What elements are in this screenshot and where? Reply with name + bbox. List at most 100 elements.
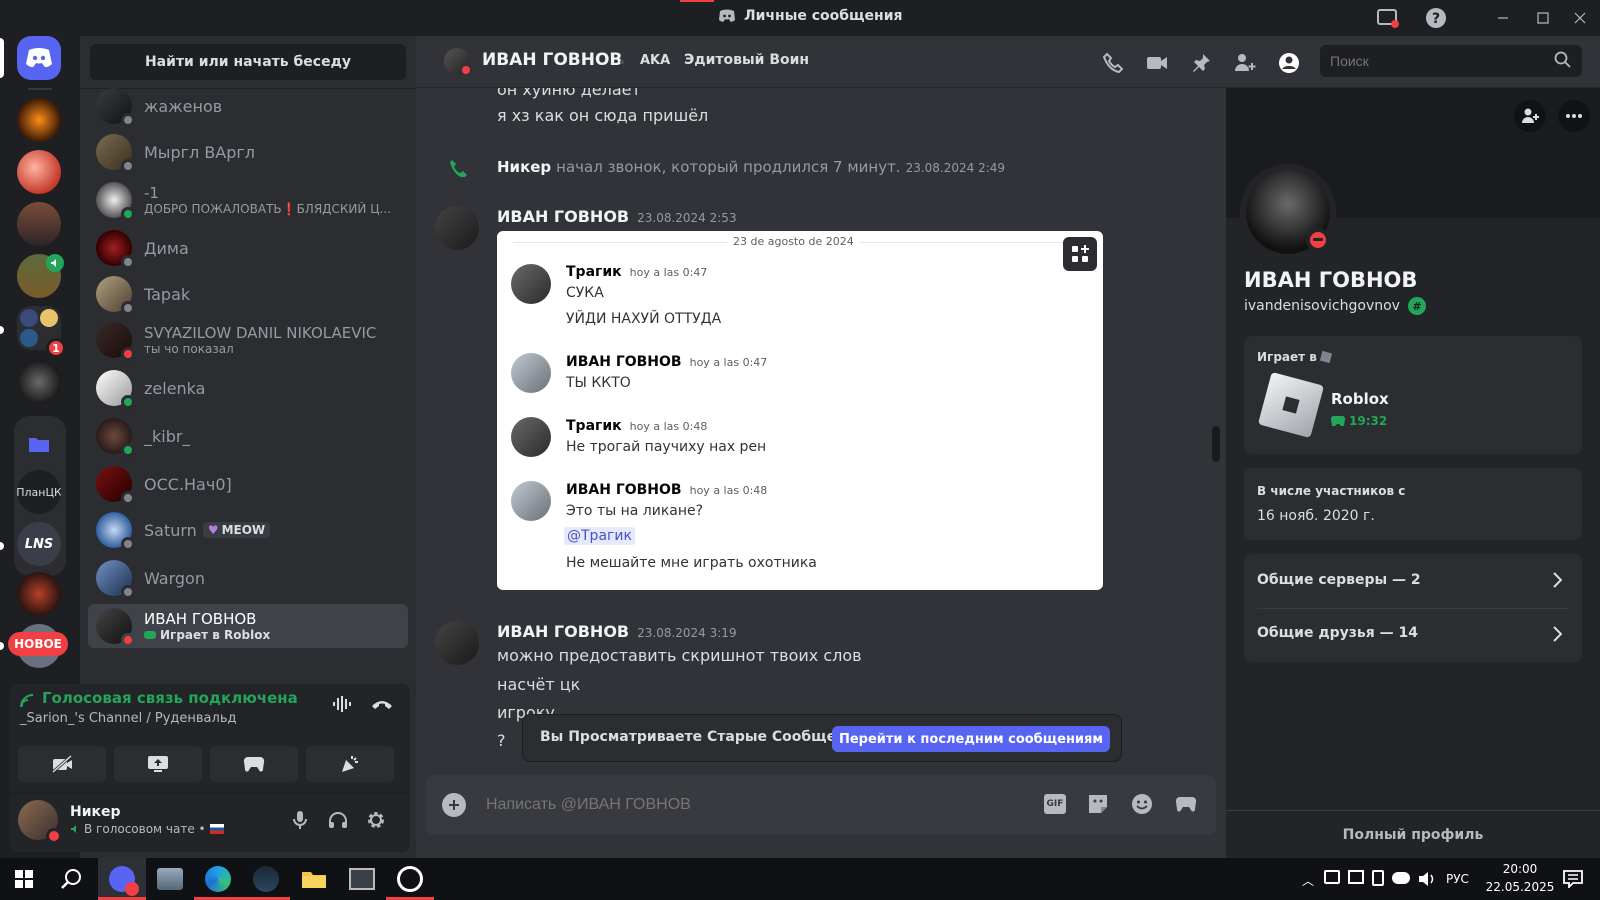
svg-text:?: ? xyxy=(1432,11,1440,27)
tray-volume-icon[interactable] xyxy=(1418,870,1436,888)
mutual-friends-row[interactable]: Общие друзья — 14 xyxy=(1244,608,1582,662)
status-dot xyxy=(121,255,135,269)
divider xyxy=(10,792,410,793)
gif-icon[interactable]: GIF xyxy=(1044,794,1066,814)
status-dot xyxy=(121,301,135,315)
taskbar-explorer-alt-icon[interactable] xyxy=(146,858,194,900)
call-text: начал звонок, который продлился 7 минут. xyxy=(556,158,901,176)
server-icon-lns[interactable]: LNS xyxy=(17,522,61,566)
apps-icon[interactable] xyxy=(1063,237,1097,271)
activities-button[interactable] xyxy=(210,746,298,782)
microphone-icon[interactable] xyxy=(288,808,312,832)
add-friend-icon[interactable] xyxy=(1514,100,1546,132)
voice-channel[interactable]: _Sarion_'s Channel / Руденвальд xyxy=(20,711,236,726)
search-icon[interactable] xyxy=(1554,51,1572,69)
dm-item[interactable]: ИВАН ГОВНОВ Играет в Roblox xyxy=(88,604,408,648)
screenshot-attachment[interactable]: 23 de agosto de 2024 Трагик hoy a las 0:4… xyxy=(497,231,1103,590)
game-small-icon xyxy=(1319,350,1332,364)
dm-avatar xyxy=(96,512,135,551)
dm-item[interactable]: Мыргл ВАргл xyxy=(88,130,408,174)
video-call-icon[interactable] xyxy=(1144,50,1170,76)
server-icon-1[interactable] xyxy=(17,98,61,142)
status-dot xyxy=(121,395,135,409)
dm-item[interactable]: Дима xyxy=(88,226,408,270)
add-friends-icon[interactable] xyxy=(1232,50,1258,76)
author-avatar[interactable] xyxy=(435,621,479,665)
settings-gear-icon[interactable] xyxy=(364,808,388,832)
home-button[interactable] xyxy=(17,36,61,80)
tray-device-icon[interactable] xyxy=(1372,870,1384,886)
caller-name[interactable]: Никер xyxy=(497,158,551,176)
taskbar-steam-icon[interactable] xyxy=(242,858,290,900)
embed-text: УЙДИ НАХУЙ ОТТУДА xyxy=(566,311,722,327)
roblox-icon[interactable] xyxy=(1257,371,1325,439)
author-name[interactable]: ИВАН ГОВНОВ xyxy=(497,207,629,226)
pin-icon[interactable] xyxy=(1188,50,1214,76)
tray-chevron-icon[interactable]: ︿ xyxy=(1302,872,1314,889)
tray-onedrive-icon[interactable] xyxy=(1392,872,1410,884)
disconnect-icon[interactable] xyxy=(370,692,394,716)
help-icon[interactable]: ? xyxy=(1424,6,1448,30)
soundboard-button[interactable] xyxy=(306,746,394,782)
find-conversation-button[interactable]: Найти или начать беседу xyxy=(90,44,406,80)
author-avatar[interactable] xyxy=(435,206,479,250)
close-button[interactable] xyxy=(1560,0,1600,36)
chat-scrollbar[interactable] xyxy=(1212,426,1220,462)
screen-share-button[interactable] xyxy=(114,746,202,782)
taskbar-discord-icon[interactable] xyxy=(98,858,146,900)
tray-date[interactable]: 22.05.2025 xyxy=(1480,880,1560,894)
message-input[interactable] xyxy=(486,775,1006,835)
full-profile-link[interactable]: Полный профиль xyxy=(1226,820,1600,850)
server-label-planck[interactable]: ПланЦК xyxy=(17,470,61,514)
user-profile-icon[interactable] xyxy=(1276,50,1302,76)
dm-item[interactable]: SVYAZILOW DANIL NIKOLAEVIC ты чо показал xyxy=(88,318,408,362)
server-icon-5[interactable] xyxy=(17,360,61,404)
taskbar-obs-icon[interactable] xyxy=(386,858,434,900)
dm-item[interactable]: ОСС.Нач0] xyxy=(88,462,408,506)
start-button[interactable] xyxy=(0,858,48,900)
author-name[interactable]: ИВАН ГОВНОВ xyxy=(497,622,629,641)
headphones-icon[interactable] xyxy=(326,808,350,832)
dm-item[interactable]: -1 ДОБРО ПОЖАЛОВАТЬ❗БЛЯДСКИЙ Ц... xyxy=(88,178,408,222)
taskbar-terminal-icon[interactable] xyxy=(338,858,386,900)
sticker-icon[interactable] xyxy=(1086,792,1110,816)
profile-username[interactable]: ivandenisovichgovnov xyxy=(1244,298,1400,314)
folder-icon[interactable] xyxy=(17,422,61,466)
dm-item[interactable]: zelenka xyxy=(88,366,408,410)
taskbar-file-explorer-icon[interactable] xyxy=(290,858,338,900)
inbox-icon[interactable] xyxy=(1376,6,1400,30)
search-input[interactable] xyxy=(1320,45,1550,77)
attach-plus-icon[interactable] xyxy=(442,793,466,817)
user-status-dot xyxy=(46,828,62,844)
tray-clock[interactable]: 20:00 xyxy=(1490,862,1550,876)
game-activity-icon[interactable] xyxy=(1174,792,1198,816)
taskbar-search-icon[interactable] xyxy=(48,858,96,900)
playing-label-row: Играет в xyxy=(1257,350,1332,364)
camera-button[interactable] xyxy=(18,746,106,782)
dm-item[interactable]: Wargon xyxy=(88,556,408,600)
emoji-icon[interactable] xyxy=(1130,792,1154,816)
server-icon-6[interactable] xyxy=(17,572,61,616)
dm-item[interactable]: жаженов xyxy=(88,84,408,128)
new-badge[interactable]: НОВОЕ xyxy=(8,632,68,656)
mutual-servers-row[interactable]: Общие серверы — 2 xyxy=(1244,554,1582,608)
embed-author: Трагик xyxy=(566,418,622,434)
search-box[interactable] xyxy=(1320,45,1582,77)
voice-status[interactable]: Голосовая связь подключена xyxy=(42,689,298,707)
voice-call-icon[interactable] xyxy=(1100,50,1126,76)
noise-suppression-icon[interactable] xyxy=(330,692,354,716)
dm-item[interactable]: Saturn ♥ MEOW xyxy=(88,508,408,552)
tray-security-icon[interactable] xyxy=(1324,870,1340,884)
taskbar-edge-icon[interactable] xyxy=(194,858,242,900)
notifications-icon[interactable] xyxy=(1560,866,1586,892)
dm-item[interactable]: _kibr_ xyxy=(88,414,408,458)
dm-item[interactable]: Tapak xyxy=(88,272,408,316)
game-name[interactable]: Roblox xyxy=(1331,390,1389,408)
server-icon-3[interactable] xyxy=(17,202,61,246)
more-options-icon[interactable] xyxy=(1558,100,1590,132)
jump-to-present-button[interactable]: Перейти к последним сообщениям xyxy=(832,726,1110,752)
speaker-icon xyxy=(46,254,64,272)
tray-language[interactable]: РУС xyxy=(1446,872,1469,886)
server-icon-2[interactable] xyxy=(17,150,61,194)
tray-network-icon[interactable] xyxy=(1348,870,1364,884)
